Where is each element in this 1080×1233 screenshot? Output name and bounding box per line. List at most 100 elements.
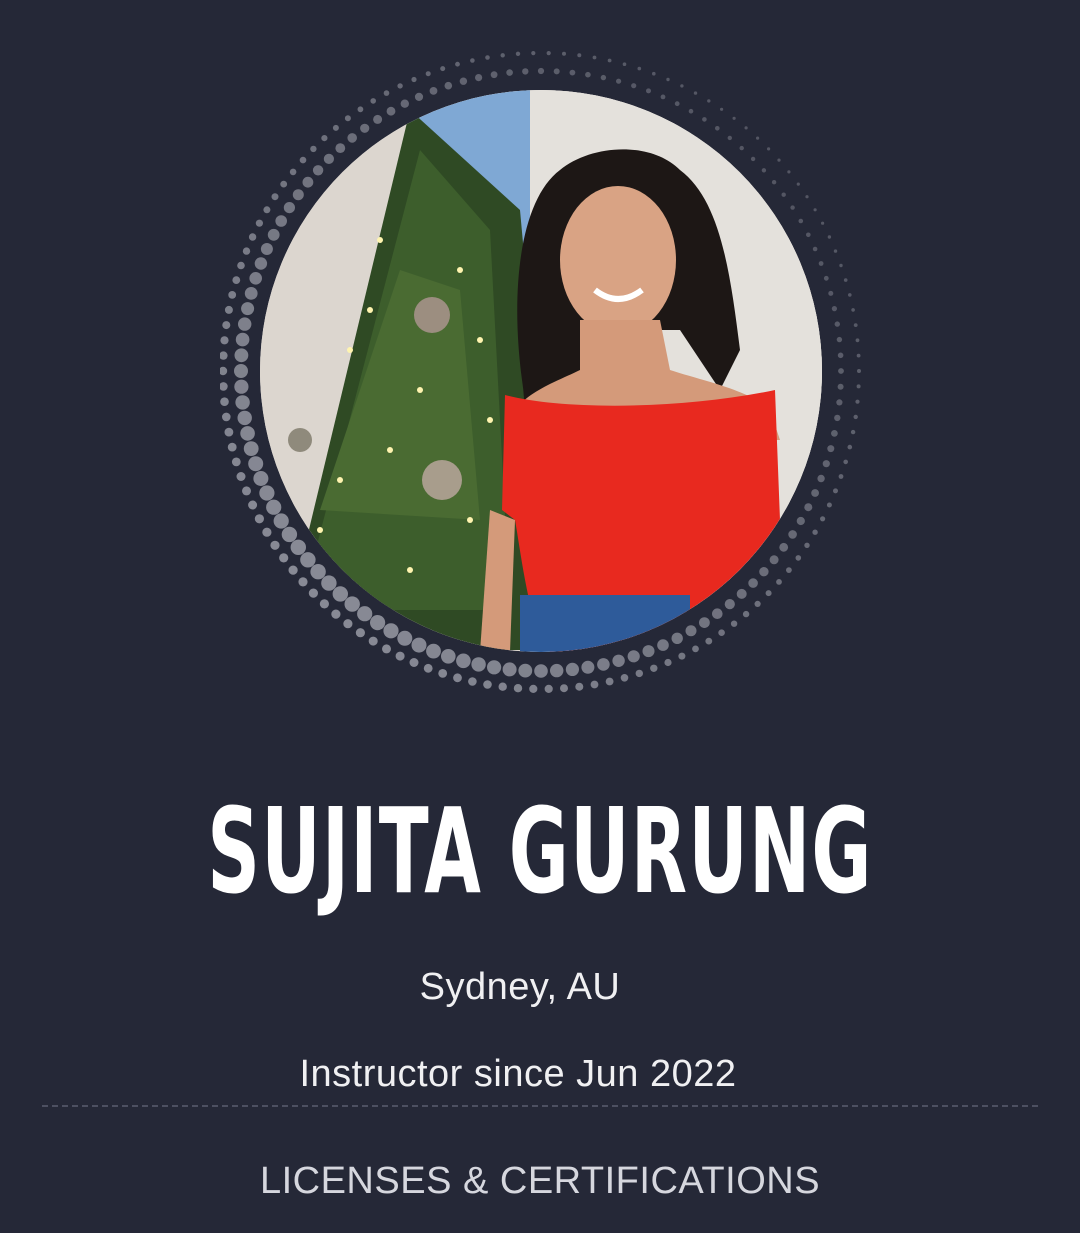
ring-dot — [299, 156, 307, 164]
ring-dot — [298, 577, 308, 587]
ring-dot — [270, 540, 280, 550]
ring-dot — [240, 426, 255, 441]
ring-dot — [373, 114, 383, 124]
ring-dot — [400, 99, 409, 108]
ring-dot — [237, 410, 252, 426]
ring-dot — [249, 272, 262, 285]
ring-dot — [688, 108, 694, 114]
instructor-since-text: Instructor since Jun 2022 — [299, 1053, 737, 1095]
ring-dot — [321, 575, 337, 591]
ring-dot — [720, 107, 724, 111]
ring-dot — [560, 684, 568, 693]
ring-dot — [471, 657, 486, 672]
ring-dot — [231, 457, 241, 467]
ring-dot — [321, 135, 328, 142]
ring-dot — [237, 261, 245, 270]
ring-dot — [805, 195, 809, 199]
ring-dot — [759, 567, 769, 577]
ring-dot — [490, 71, 498, 79]
ring-dot — [386, 106, 396, 116]
ring-dot — [253, 471, 269, 486]
ring-dot — [818, 261, 824, 266]
ring-dot — [382, 644, 391, 654]
ring-dot — [742, 610, 750, 618]
ring-dot — [426, 643, 441, 659]
ring-dot — [513, 684, 523, 693]
ring-dot — [312, 165, 324, 176]
ring-dot — [360, 123, 370, 133]
ring-dot — [529, 684, 538, 694]
ring-dot — [241, 302, 255, 316]
licenses-certifications-heading[interactable]: LICENSES & CERTIFICATIONS — [0, 1157, 1080, 1205]
ring-dot — [855, 399, 860, 404]
ring-dot — [590, 680, 599, 689]
ring-dot — [732, 116, 736, 120]
ring-dot — [828, 290, 834, 296]
ring-dot — [804, 542, 810, 548]
ring-dot — [781, 192, 786, 197]
avatar-container — [220, 38, 870, 698]
ring-dot — [248, 233, 257, 241]
ring-dot — [834, 321, 840, 327]
ring-dot — [575, 682, 584, 691]
ring-dot — [235, 332, 250, 347]
ring-dot — [440, 66, 446, 72]
ring-dot — [357, 106, 364, 113]
ring-dot — [498, 682, 507, 691]
location-text: Sydney, AU — [419, 966, 621, 1008]
ring-dot — [502, 662, 517, 677]
ring-dot — [310, 564, 326, 580]
ring-dot — [411, 637, 427, 653]
ring-dot — [310, 145, 317, 153]
ring-dot — [255, 219, 263, 227]
ring-dot — [836, 336, 843, 343]
ring-dot — [243, 441, 259, 456]
ring-dot — [850, 429, 856, 435]
ring-dot — [260, 243, 273, 255]
ring-dot — [650, 664, 658, 672]
ring-dot — [441, 649, 456, 664]
ring-dot — [787, 170, 791, 174]
ring-dot — [856, 384, 861, 389]
ring-dot — [612, 654, 625, 667]
ring-dot — [605, 677, 614, 686]
profile-photo — [260, 90, 822, 652]
ring-dot — [222, 412, 231, 422]
ring-dot — [577, 53, 582, 58]
ring-dot — [765, 590, 772, 597]
ring-dot — [756, 136, 760, 140]
ring-dot — [332, 586, 348, 602]
ring-dot — [750, 156, 756, 162]
ring-dot — [425, 71, 431, 77]
ring-dot — [847, 444, 853, 450]
ring-dot — [236, 472, 246, 481]
ring-dot — [522, 68, 529, 75]
ring-dot — [468, 677, 477, 686]
ring-dot — [453, 673, 462, 683]
ring-dot — [546, 51, 551, 56]
ring-dot — [790, 205, 795, 210]
ring-dot — [500, 53, 505, 58]
ring-dot — [856, 353, 861, 358]
ring-dot — [836, 399, 843, 406]
ring-dot — [234, 379, 249, 394]
ring-dot — [224, 305, 233, 314]
ring-dot — [283, 202, 295, 214]
ring-dot — [853, 414, 858, 420]
ring-dot — [739, 145, 744, 151]
ring-dot — [397, 83, 403, 89]
ring-dot — [302, 176, 314, 188]
ring-dot — [553, 68, 560, 75]
ring-dot — [736, 588, 747, 599]
ring-dot — [263, 206, 271, 214]
ring-dot — [707, 99, 711, 103]
ring-dot — [851, 308, 855, 312]
ring-dot — [712, 608, 723, 619]
avatar[interactable] — [260, 90, 822, 652]
ring-dot — [518, 663, 533, 678]
ring-dot — [368, 636, 378, 646]
ring-dot — [259, 485, 275, 501]
ring-dot — [767, 147, 771, 151]
ring-dot — [843, 278, 848, 282]
ring-dot — [423, 663, 433, 673]
